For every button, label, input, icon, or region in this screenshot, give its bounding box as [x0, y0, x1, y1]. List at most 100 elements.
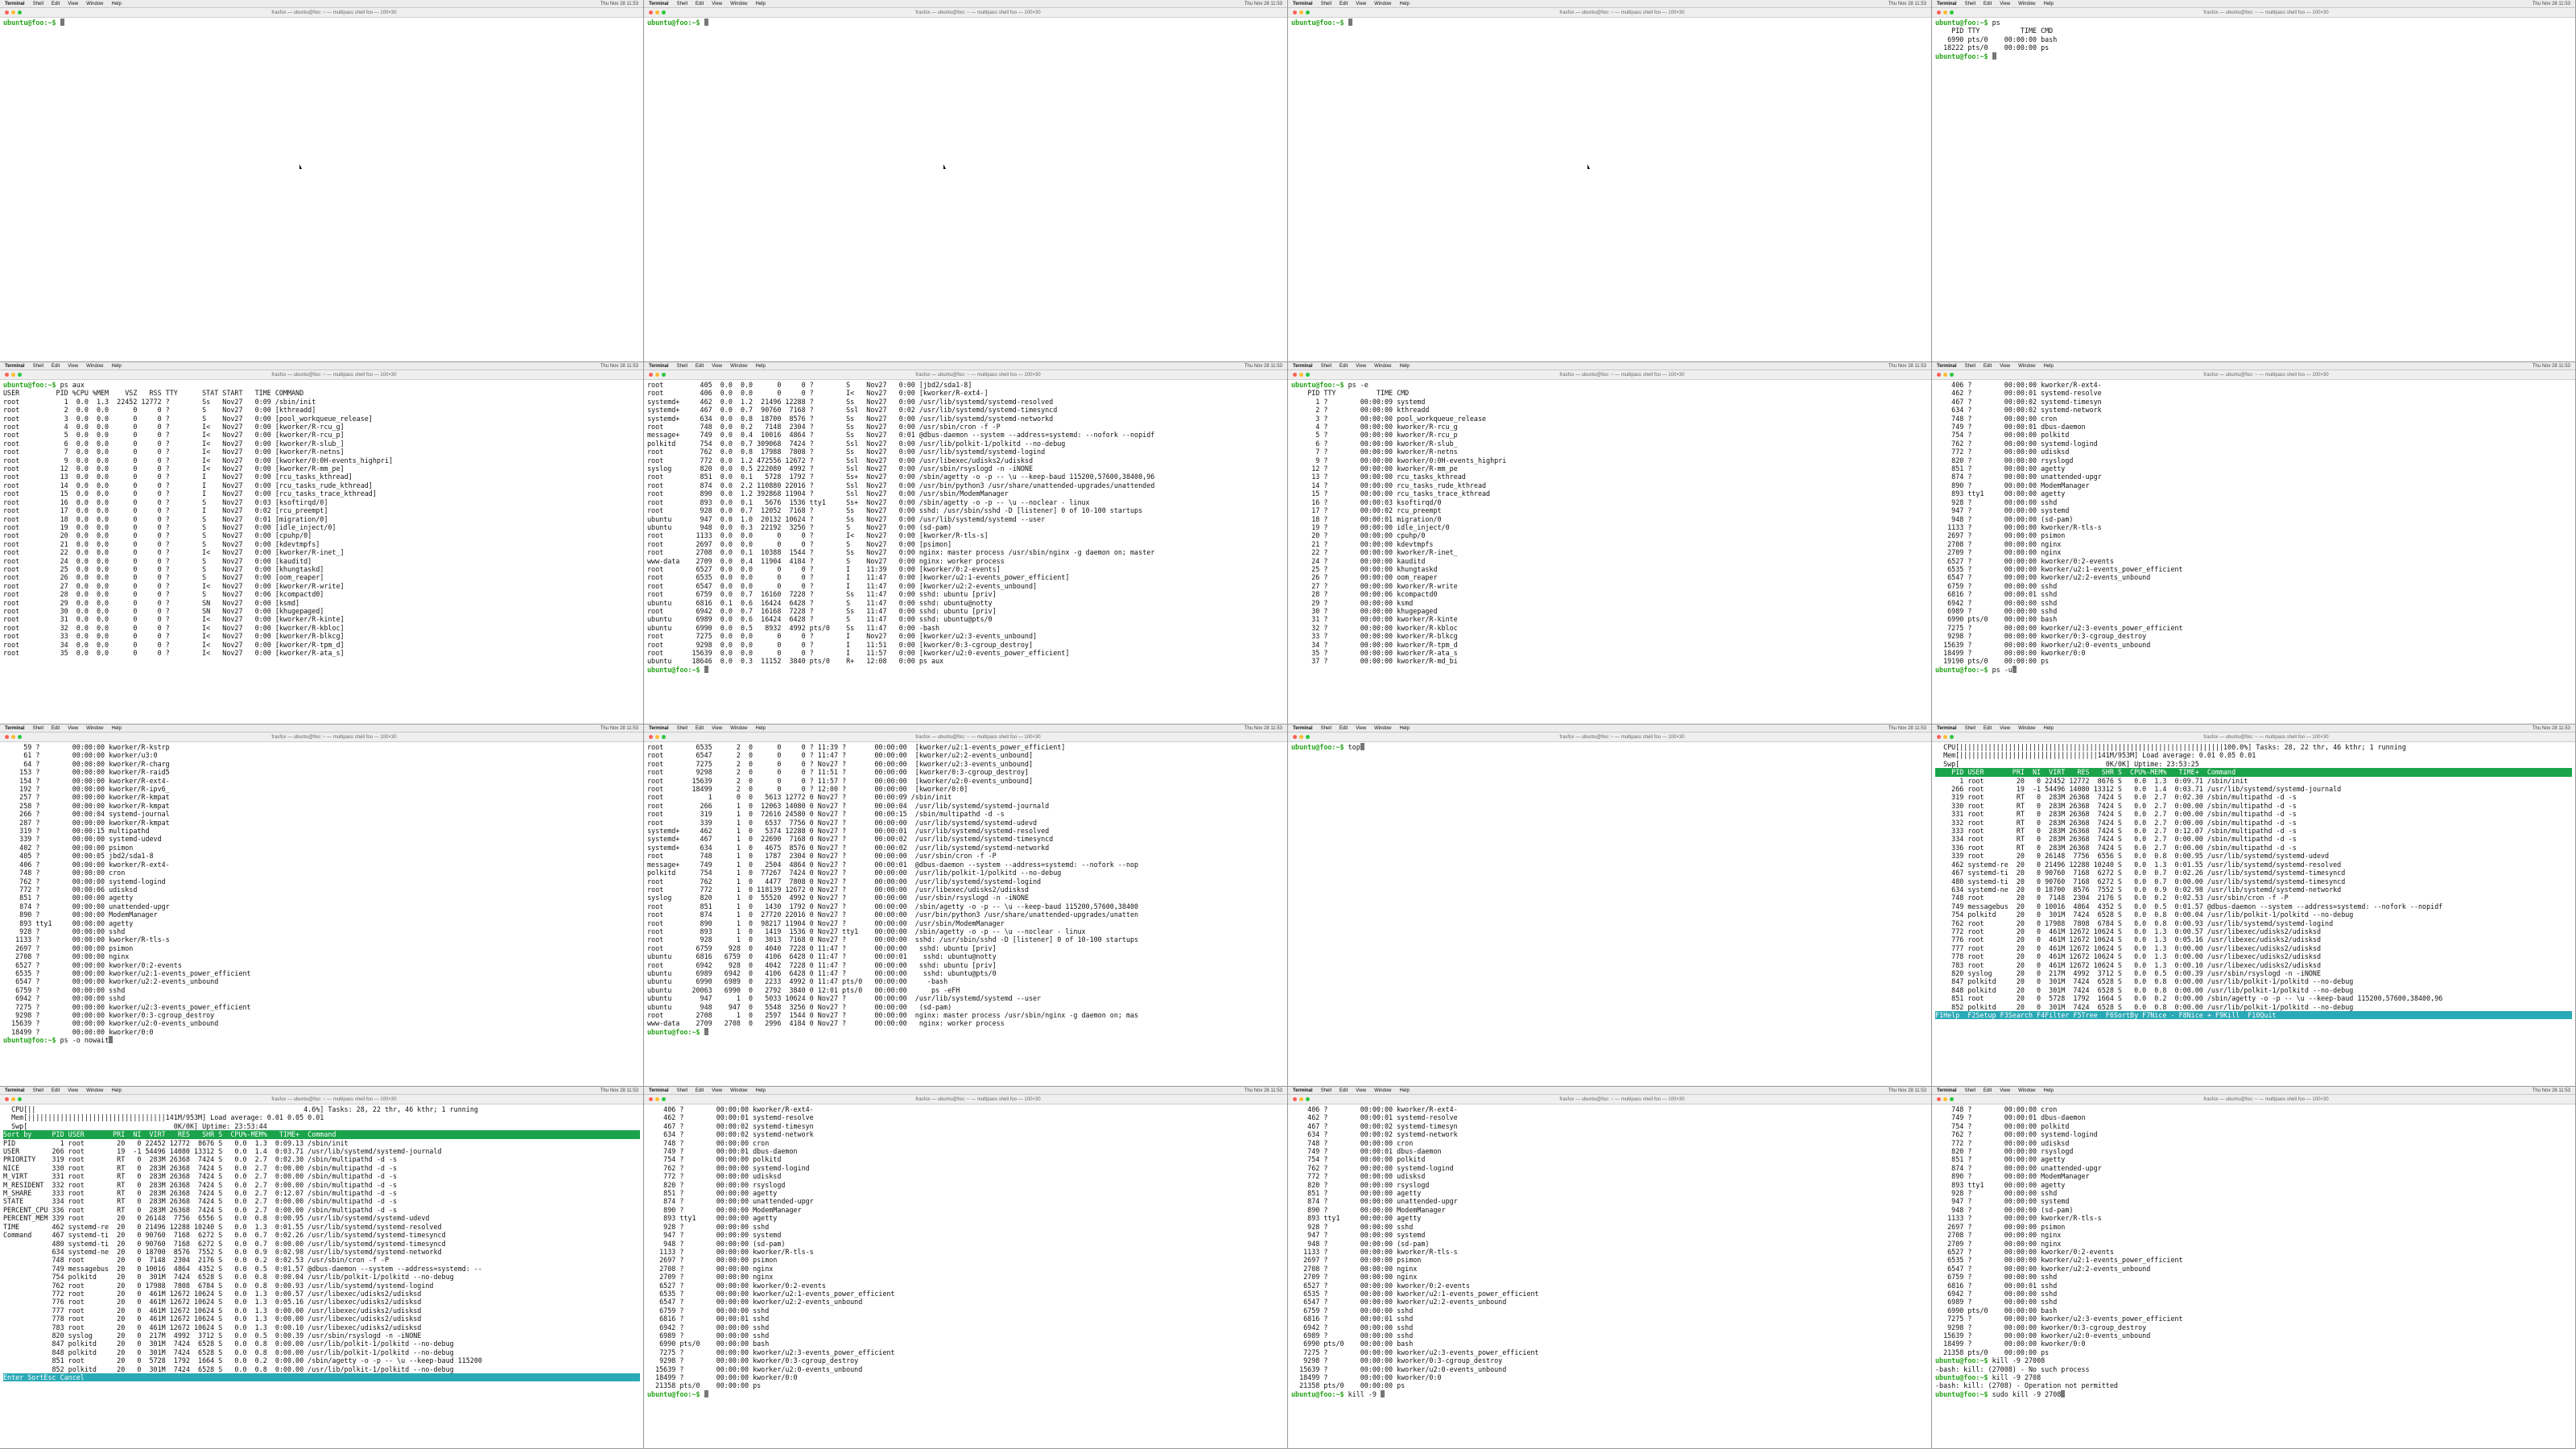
menu-item-edit[interactable]: Edit — [696, 726, 704, 731]
terminal-output[interactable]: 406 ? 00:00:00 kworker/R-ext4- 462 ? 00:… — [1932, 379, 2575, 724]
terminal-output[interactable]: ubuntu@foo:~$ — [1288, 17, 1931, 361]
terminal-output[interactable]: root 405 0.0 0.0 0 0 ? S Nov27 0:00 [jbd… — [644, 379, 1287, 724]
menu-item-view[interactable]: View — [2000, 726, 2010, 731]
terminal-output[interactable]: ubuntu@foo:~$ ps -e PID TTY TIME CMD 1 ?… — [1288, 379, 1931, 724]
menu-item-window[interactable]: Window — [1374, 726, 1391, 731]
menu-item-window[interactable]: Window — [730, 364, 747, 369]
terminal-window[interactable]: Terminal Shell Edit View Window Help Thu Nov 2… — [1932, 724, 2576, 1087]
close-button[interactable] — [5, 735, 9, 739]
menu-item-shell[interactable]: Shell — [677, 364, 687, 369]
menu-item-shell[interactable]: Shell — [33, 1088, 43, 1093]
menu-item-shell[interactable]: Shell — [677, 726, 687, 731]
menu-item-window[interactable]: Window — [1374, 1088, 1391, 1093]
menu-item-view[interactable]: View — [2000, 364, 2010, 369]
close-button[interactable] — [1293, 373, 1297, 377]
menu-item-edit[interactable]: Edit — [1340, 1088, 1348, 1093]
minimize-button[interactable] — [11, 373, 15, 377]
minimize-button[interactable] — [1299, 373, 1303, 377]
menu-item-view[interactable]: View — [68, 726, 78, 731]
terminal-window[interactable]: Terminal Shell Edit View Window Help Thu Nov 2… — [644, 1087, 1288, 1449]
menu-item-window[interactable]: Window — [86, 1088, 103, 1093]
menu-item-view[interactable]: View — [2000, 2, 2010, 6]
menu-app-name[interactable]: Terminal — [5, 726, 25, 731]
zoom-button[interactable] — [1950, 1097, 1954, 1101]
minimize-button[interactable] — [1299, 735, 1303, 739]
menu-item-edit[interactable]: Edit — [52, 726, 60, 731]
menu-item-help[interactable]: Help — [1400, 364, 1410, 369]
menu-item-window[interactable]: Window — [86, 364, 103, 369]
menu-item-shell[interactable]: Shell — [33, 364, 43, 369]
menu-item-help[interactable]: Help — [112, 364, 122, 369]
close-button[interactable] — [1293, 10, 1297, 14]
menu-app-name[interactable]: Terminal — [1937, 1088, 1957, 1093]
menu-item-view[interactable]: View — [1356, 364, 1366, 369]
menu-item-help[interactable]: Help — [756, 726, 766, 731]
minimize-button[interactable] — [655, 735, 659, 739]
terminal-window[interactable]: Terminal Shell Edit View Window Help Thu Nov 2… — [1288, 362, 1932, 724]
zoom-button[interactable] — [1950, 10, 1954, 14]
terminal-window[interactable]: Terminal Shell Edit View Window Help Thu Nov 2… — [1288, 1087, 1932, 1449]
zoom-button[interactable] — [662, 735, 666, 739]
menu-item-window[interactable]: Window — [730, 726, 747, 731]
close-button[interactable] — [649, 1097, 653, 1101]
zoom-button[interactable] — [1306, 1097, 1310, 1101]
terminal-window[interactable]: Terminal Shell Edit View Window Help Thu Nov 2… — [644, 0, 1288, 362]
menu-item-edit[interactable]: Edit — [1984, 2, 1992, 6]
minimize-button[interactable] — [1299, 10, 1303, 14]
menu-item-window[interactable]: Window — [1374, 2, 1391, 6]
zoom-button[interactable] — [1306, 735, 1310, 739]
close-button[interactable] — [649, 373, 653, 377]
terminal-window[interactable]: Terminal Shell Edit View Window Help Thu Nov 2… — [1932, 0, 2576, 362]
menu-item-edit[interactable]: Edit — [696, 364, 704, 369]
terminal-output[interactable]: 406 ? 00:00:00 kworker/R-ext4- 462 ? 00:… — [1288, 1104, 1931, 1448]
menu-item-help[interactable]: Help — [2044, 1088, 2054, 1093]
menu-item-edit[interactable]: Edit — [1984, 726, 1992, 731]
menu-item-help[interactable]: Help — [1400, 2, 1410, 6]
menu-app-name[interactable]: Terminal — [5, 1088, 25, 1093]
menu-app-name[interactable]: Terminal — [649, 726, 669, 731]
menu-item-edit[interactable]: Edit — [1340, 2, 1348, 6]
menu-app-name[interactable]: Terminal — [649, 1088, 669, 1093]
menu-item-shell[interactable]: Shell — [33, 2, 43, 6]
menu-item-shell[interactable]: Shell — [1965, 1088, 1975, 1093]
menu-item-shell[interactable]: Shell — [677, 2, 687, 6]
menu-item-view[interactable]: View — [1356, 2, 1366, 6]
zoom-button[interactable] — [1950, 373, 1954, 377]
minimize-button[interactable] — [1943, 735, 1947, 739]
menu-item-edit[interactable]: Edit — [1340, 364, 1348, 369]
close-button[interactable] — [649, 10, 653, 14]
menu-item-help[interactable]: Help — [756, 2, 766, 6]
menu-item-view[interactable]: View — [68, 2, 78, 6]
minimize-button[interactable] — [1943, 1097, 1947, 1101]
terminal-window[interactable]: Terminal Shell Edit View Window Help Thu Nov 2… — [644, 724, 1288, 1087]
menu-item-shell[interactable]: Shell — [1321, 726, 1331, 731]
menu-item-edit[interactable]: Edit — [52, 364, 60, 369]
minimize-button[interactable] — [11, 735, 15, 739]
menu-item-shell[interactable]: Shell — [1965, 726, 1975, 731]
menu-app-name[interactable]: Terminal — [1293, 1088, 1313, 1093]
menu-item-view[interactable]: View — [712, 1088, 722, 1093]
zoom-button[interactable] — [18, 10, 22, 14]
close-button[interactable] — [1293, 1097, 1297, 1101]
menu-item-shell[interactable]: Shell — [1321, 1088, 1331, 1093]
terminal-output[interactable]: CPU[|| 4.6%] Tasks: 28, 22 thr, 46 kthr;… — [0, 1104, 643, 1448]
terminal-window[interactable]: Terminal Shell Edit View Window Help Thu Nov 2… — [1932, 1087, 2576, 1449]
menu-app-name[interactable]: Terminal — [1937, 2, 1957, 6]
zoom-button[interactable] — [662, 10, 666, 14]
close-button[interactable] — [5, 1097, 9, 1101]
menu-item-edit[interactable]: Edit — [696, 2, 704, 6]
menu-app-name[interactable]: Terminal — [5, 364, 25, 369]
close-button[interactable] — [5, 10, 9, 14]
menu-item-help[interactable]: Help — [756, 1088, 766, 1093]
close-button[interactable] — [1937, 10, 1941, 14]
minimize-button[interactable] — [11, 10, 15, 14]
terminal-output[interactable]: root 6535 2 0 0 0 ? 11:39 ? 00:00:00 [kw… — [644, 741, 1287, 1086]
menu-app-name[interactable]: Terminal — [1293, 726, 1313, 731]
menu-item-shell[interactable]: Shell — [1965, 364, 1975, 369]
menu-app-name[interactable]: Terminal — [649, 364, 669, 369]
close-button[interactable] — [1937, 373, 1941, 377]
terminal-window[interactable]: Terminal Shell Edit View Window Help Thu Nov 2… — [644, 362, 1288, 724]
menu-item-help[interactable]: Help — [112, 726, 122, 731]
terminal-window[interactable]: Terminal Shell Edit View Window Help Thu Nov 2… — [1288, 0, 1932, 362]
terminal-output[interactable]: ubuntu@foo:~$ — [0, 17, 643, 361]
